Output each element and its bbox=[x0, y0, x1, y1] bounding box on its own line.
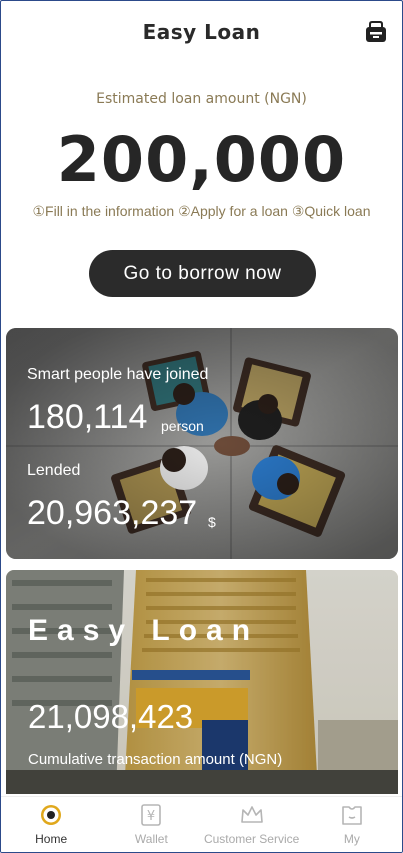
app-frame: Easy Loan Estimated loan amount (NGN) 20… bbox=[0, 0, 403, 853]
tab-label: My bbox=[343, 832, 360, 846]
estimate-label: Estimated loan amount (NGN) bbox=[96, 91, 307, 107]
wallet-icon: ¥ bbox=[141, 804, 162, 826]
svg-text:¥: ¥ bbox=[147, 809, 155, 824]
lended-label: Lended bbox=[27, 462, 81, 479]
transaction-amount: 21,098,423 bbox=[28, 698, 194, 735]
joined-label: Smart people have joined bbox=[27, 366, 209, 383]
joined-unit: person bbox=[161, 418, 204, 434]
tab-label: Wallet bbox=[134, 832, 168, 846]
crown-icon bbox=[240, 806, 263, 823]
tab-wallet[interactable]: ¥ Wallet bbox=[101, 797, 201, 852]
tab-my[interactable]: My bbox=[302, 797, 402, 852]
mailbox-icon[interactable] bbox=[364, 20, 388, 44]
brand-card: Easy Loan 21,098,423 Cumulative transact… bbox=[6, 570, 398, 794]
loan-amount: 200,000 bbox=[56, 123, 347, 196]
lended-amount: 20,963,237 bbox=[27, 494, 198, 532]
joined-count: 180,114 bbox=[27, 398, 148, 436]
loan-steps: ①Fill in the information ②Apply for a lo… bbox=[32, 203, 371, 219]
tab-label: Home bbox=[35, 832, 68, 846]
tab-bar: Home ¥ Wallet Customer Service My bbox=[1, 796, 402, 852]
tab-home[interactable]: Home bbox=[1, 797, 101, 852]
tab-customer-service[interactable]: Customer Service bbox=[202, 797, 302, 852]
header: Easy Loan bbox=[1, 1, 402, 65]
page-title: Easy Loan bbox=[142, 20, 261, 44]
home-icon bbox=[41, 805, 62, 825]
brand-name: Easy Loan bbox=[28, 614, 260, 647]
lended-unit: $ bbox=[208, 514, 216, 530]
stats-card: Smart people have joined 180,114 person … bbox=[6, 328, 398, 559]
user-icon bbox=[342, 806, 362, 825]
borrow-button[interactable]: Go to borrow now bbox=[89, 250, 316, 297]
tab-label: Customer Service bbox=[203, 832, 300, 846]
transaction-label: Cumulative transaction amount (NGN) bbox=[28, 751, 283, 768]
